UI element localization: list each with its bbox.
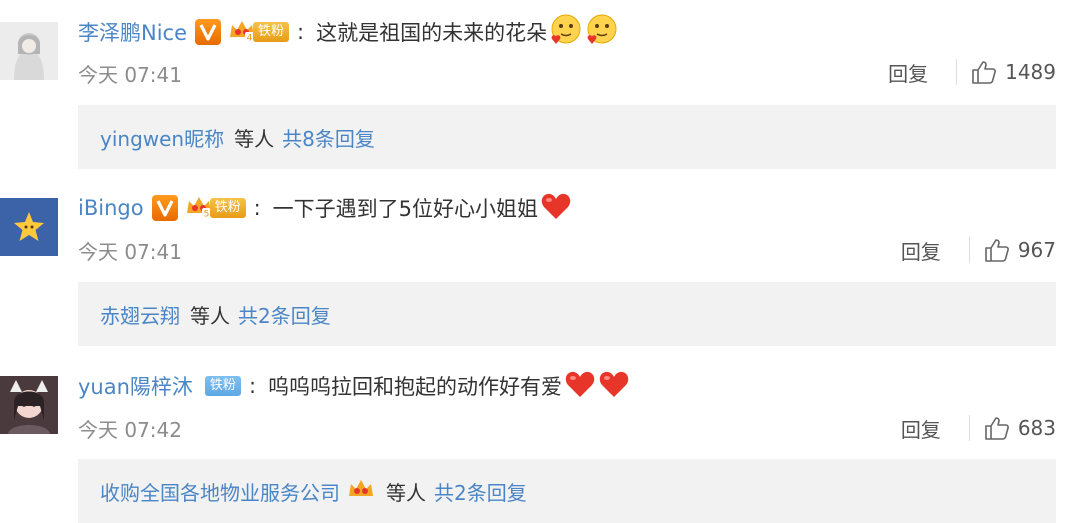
sub-reply-total-link[interactable]: 共2条回复 (434, 477, 527, 506)
divider (968, 237, 970, 263)
fan-badge[interactable]: 5 铁粉 (184, 193, 246, 224)
like-count: 683 (1017, 416, 1056, 440)
fan-level: 5 (203, 209, 209, 219)
like-button[interactable]: 683 (984, 415, 1056, 441)
comment-time: 今天 07:41 (78, 62, 182, 87)
fan-badge[interactable]: 铁粉 (199, 376, 241, 396)
sub-reply-box[interactable]: 赤翅云翔 等人 共2条回复 (78, 282, 1056, 346)
comment-header: yuan陽梓沐 铁粉 : 呜呜呜拉回和抱起的动作好有爱 (78, 366, 630, 406)
comment-text: 呜呜呜拉回和抱起的动作好有爱 (268, 369, 630, 404)
sub-reply-user[interactable]: yingwen昵称 (100, 123, 224, 152)
sub-reply-total-link[interactable]: 共2条回复 (238, 300, 331, 329)
username[interactable]: iBingo (78, 196, 144, 220)
like-button[interactable]: 1489 (971, 59, 1056, 85)
reply-button[interactable]: 回复 (888, 58, 928, 87)
like-count: 1489 (1005, 60, 1056, 84)
divider (968, 415, 970, 441)
fan-label: 铁粉 (209, 198, 246, 218)
sub-reply-others: 等人 (386, 480, 426, 505)
face-hearts-emoji (585, 13, 619, 52)
like-count: 967 (1017, 238, 1056, 262)
comment-text: 这就是祖国的未来的花朵 (316, 13, 619, 52)
verified-v-icon (151, 195, 178, 221)
fan-label: 铁粉 (204, 376, 241, 396)
comment-time: 今天 07:42 (78, 417, 182, 442)
crown-icon (346, 476, 376, 507)
like-button[interactable]: 967 (984, 237, 1056, 263)
sub-reply-total-link[interactable]: 共8条回复 (282, 123, 375, 152)
avatar[interactable] (0, 376, 58, 434)
verified-v-icon (195, 19, 222, 45)
comment-time: 今天 07:41 (78, 239, 182, 264)
username[interactable]: 李泽鹏Nice (78, 17, 187, 47)
sub-reply-others: 等人 (234, 126, 275, 151)
comment-actions: 回复 1489 (888, 56, 1056, 88)
divider (956, 59, 958, 85)
reply-button[interactable]: 回复 (901, 236, 941, 265)
username[interactable]: yuan陽梓沐 (78, 371, 193, 401)
sub-reply-others: 等人 (190, 303, 230, 328)
fan-label: 铁粉 (253, 22, 290, 42)
sub-reply-user[interactable]: 赤翅云翔 (100, 300, 180, 329)
sub-reply-box[interactable]: 收购全国各地物业服务公司 等人 共2条回复 (78, 459, 1056, 523)
face-hearts-emoji (549, 13, 583, 52)
heart-emoji (598, 369, 630, 404)
comment-text: 一下子遇到了5位好心小姐姐 (273, 191, 572, 226)
comment-actions: 回复 683 (901, 412, 1056, 444)
heart-emoji (540, 191, 572, 226)
avatar[interactable] (0, 198, 58, 256)
thumbs-up-icon (972, 61, 997, 84)
comment-item: iBingo 5 铁粉 : 一下子遇到了5位好心小姐姐 今天 07:41 回复 … (0, 176, 1080, 354)
avatar[interactable] (0, 22, 58, 80)
heart-emoji (564, 369, 596, 404)
sub-reply-box[interactable]: yingwen昵称 等人 共8条回复 (78, 105, 1056, 169)
comment-header: iBingo 5 铁粉 : 一下子遇到了5位好心小姐姐 (78, 188, 572, 228)
thumbs-up-icon (985, 239, 1009, 262)
thumbs-up-icon (985, 417, 1009, 440)
fan-badge[interactable]: 4 铁粉 (227, 17, 290, 48)
comment-item: yuan陽梓沐 铁粉 : 呜呜呜拉回和抱起的动作好有爱 今天 07:42 回复 (0, 354, 1080, 523)
sub-reply-user[interactable]: 收购全国各地物业服务公司 (100, 477, 340, 506)
comment-item: 李泽鹏Nice 4 铁粉 : 这就是祖国的未来的花朵 今天 07:41 回复 1… (0, 0, 1080, 176)
comment-header: 李泽鹏Nice 4 铁粉 : 这就是祖国的未来的花朵 (78, 12, 619, 52)
fan-level: 4 (247, 33, 253, 43)
reply-button[interactable]: 回复 (901, 414, 941, 443)
comment-actions: 回复 967 (901, 234, 1056, 266)
